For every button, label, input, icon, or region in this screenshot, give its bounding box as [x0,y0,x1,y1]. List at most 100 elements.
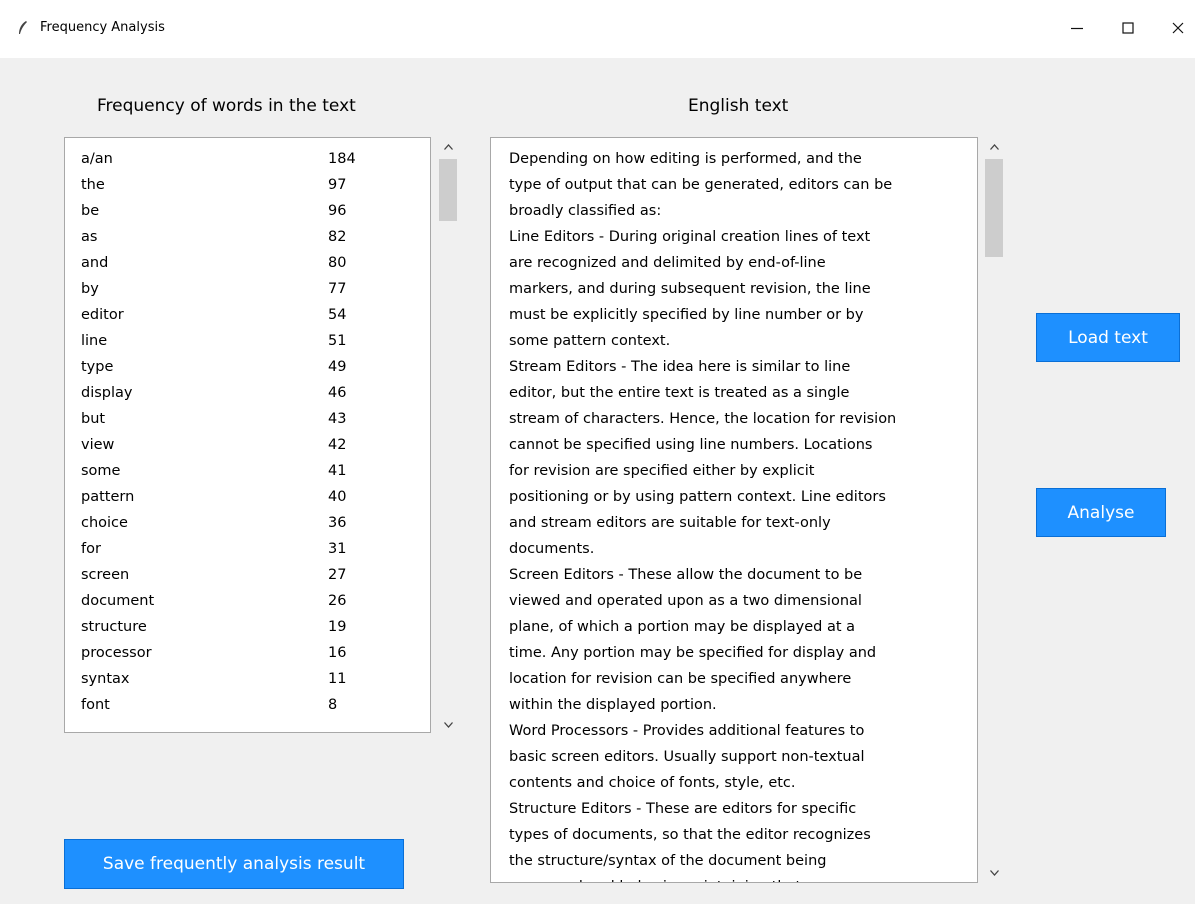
word-count: 77 [328,281,347,297]
word-label: some [81,463,121,479]
word-label: pattern [81,489,135,505]
word-count: 16 [328,645,347,661]
list-item[interactable]: as 82 [81,224,421,250]
text-line: viewed and operated upon as a two dimens… [509,593,862,609]
word-count: 80 [328,255,347,271]
text-line: stream of characters. Hence, the locatio… [509,411,897,427]
frequency-list-scrollbar[interactable] [435,137,461,733]
text-line: Line Editors - During original creation … [509,229,871,245]
text-line: within the displayed portion. [509,697,717,713]
word-count: 36 [328,515,347,531]
english-text-scrollbar[interactable] [981,137,1007,883]
chevron-down-icon [443,722,453,728]
save-result-button[interactable]: Save frequently analysis result [64,839,404,889]
list-item[interactable]: a/an 184 [81,146,421,172]
text-line: plane, of which a portion may be display… [509,619,856,635]
english-text-area[interactable]: Depending on how editing is performed, a… [490,137,978,883]
list-item[interactable]: some 41 [81,458,421,484]
text-line: time. Any portion may be specified for d… [509,645,877,661]
scroll-up-button[interactable] [981,139,1007,155]
list-item[interactable]: the 97 [81,172,421,198]
list-item[interactable]: document 26 [81,588,421,614]
list-item[interactable]: view 42 [81,432,421,458]
word-count: 46 [328,385,347,401]
list-item[interactable]: type 49 [81,354,421,380]
load-text-button[interactable]: Load text [1036,313,1180,362]
word-label: view [81,437,115,453]
text-line: Word Processors - Provides additional fe… [509,723,865,739]
word-label: choice [81,515,128,531]
word-count: 11 [328,671,347,687]
word-count: 96 [328,203,347,219]
text-line: basic screen editors. Usually support no… [509,749,865,765]
list-item[interactable]: screen 27 [81,562,421,588]
word-count: 31 [328,541,347,557]
word-label: for [81,541,101,557]
text-line: are recognized and delimited by end-of-l… [509,255,826,271]
frequency-listbox[interactable]: a/an 184 the 97 be 96 as 82 and 80 by 77 edito… [64,137,431,733]
feather-icon [19,21,27,34]
text-line: for revision are specified either by exp… [509,463,815,479]
list-item[interactable]: by 77 [81,276,421,302]
word-count: 42 [328,437,347,453]
word-count: 51 [328,333,347,349]
text-line: cannot be specified using line numbers. … [509,437,873,453]
list-item[interactable]: syntax 11 [81,666,421,692]
list-item[interactable]: choice 36 [81,510,421,536]
word-label: display [81,385,133,401]
word-label: document [81,593,155,609]
list-item[interactable]: structure 19 [81,614,421,640]
analyse-button[interactable]: Analyse [1036,488,1166,537]
word-label: and [81,255,109,271]
word-label: be [81,203,100,219]
word-count: 27 [328,567,347,583]
word-label: line [81,333,108,349]
word-label: but [81,411,106,427]
text-line: contents and choice of fonts, style, etc… [509,775,796,791]
word-label: font [81,697,110,713]
chevron-down-icon [989,870,999,876]
text-line: the structure/syntax of the document bei… [509,853,827,869]
close-button[interactable] [1160,12,1195,44]
scroll-thumb[interactable] [985,159,1003,257]
scroll-thumb[interactable] [439,159,457,221]
scroll-up-button[interactable] [435,139,461,155]
word-count: 82 [328,229,347,245]
word-count: 49 [328,359,347,375]
word-label: by [81,281,99,297]
title-bar: Frequency Analysis [0,0,1195,58]
english-text-heading: English text [688,96,789,116]
list-item[interactable]: but 43 [81,406,421,432]
maximize-button[interactable] [1110,12,1146,44]
minimize-button[interactable] [1059,12,1095,44]
scroll-down-button[interactable] [435,717,461,733]
list-item[interactable]: and 80 [81,250,421,276]
text-line: some pattern context. [509,333,671,349]
maximize-icon [1122,22,1134,34]
word-label: syntax [81,671,130,687]
text-line: type of output that can be generated, ed… [509,177,893,193]
frequency-heading: Frequency of words in the text [97,96,356,116]
word-count: 40 [328,489,347,505]
word-count: 184 [328,151,356,167]
chevron-up-icon [989,144,999,150]
text-line: processed and helps in maintaining that [509,874,801,882]
text-line: documents. [509,541,595,557]
text-line: editor, but the entire text is treated a… [509,385,850,401]
word-count: 8 [328,697,338,713]
text-line: Screen Editors - These allow the documen… [509,567,863,583]
word-count: 19 [328,619,347,635]
list-item[interactable]: display 46 [81,380,421,406]
list-item[interactable]: for 31 [81,536,421,562]
word-label: a/an [81,151,113,167]
list-item[interactable]: be 96 [81,198,421,224]
list-item[interactable]: editor 54 [81,302,421,328]
list-item[interactable]: line 51 [81,328,421,354]
list-item[interactable]: pattern 40 [81,484,421,510]
scroll-down-button[interactable] [981,865,1007,881]
text-line: must be explicitly specified by line num… [509,307,864,323]
word-label: processor [81,645,152,661]
list-item[interactable]: font 8 [81,692,421,718]
close-icon [1172,22,1184,34]
list-item[interactable]: processor 16 [81,640,421,666]
